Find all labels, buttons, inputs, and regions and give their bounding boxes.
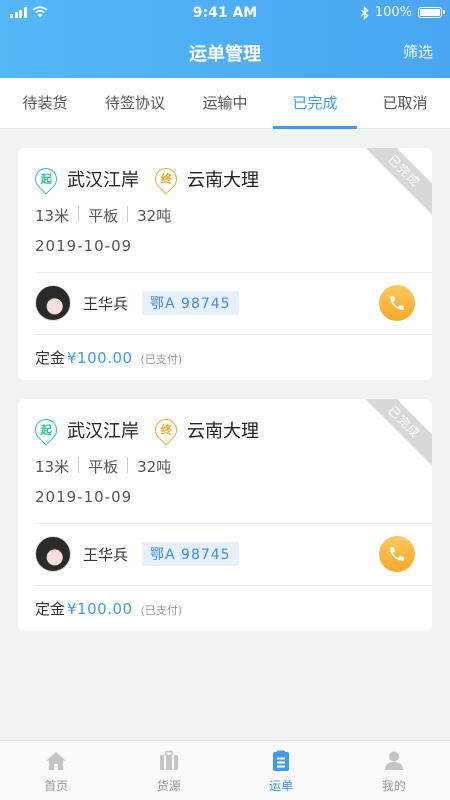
app-header: 9:41 AM 100% 运单管理 筛选: [0, 0, 450, 78]
deposit-amount: ¥100.00: [67, 349, 133, 367]
deposit-label: 定金: [35, 349, 66, 367]
tab-pending-agreement[interactable]: 待签协议: [90, 78, 180, 128]
tab-pending-load[interactable]: 待装货: [0, 78, 90, 128]
nav-label: 运单: [269, 779, 294, 793]
route: 起 武汉江岸 终 云南大理: [30, 414, 275, 446]
deposit-row: 定金 ¥100.00 (已支付): [35, 347, 182, 368]
destination-city: 云南大理: [187, 170, 259, 191]
driver-name: 王华兵: [83, 294, 129, 313]
nav-label: 货源: [156, 779, 181, 793]
status-bar: 9:41 AM 100%: [0, 0, 450, 26]
driver-name: 王华兵: [83, 545, 129, 564]
divider: [35, 334, 432, 335]
vehicle-specs: 13米 平板 32吨: [35, 205, 171, 226]
divider: [35, 272, 432, 273]
battery-icon: [418, 7, 445, 18]
divider: [35, 585, 432, 586]
nav-label: 首页: [44, 779, 69, 793]
cargo-icon: [159, 750, 178, 770]
spec-type: 平板: [88, 207, 119, 225]
deposit-row: 定金 ¥100.00 (已支付): [35, 598, 182, 619]
deposit-status: (已支付): [140, 604, 183, 617]
spec-type: 平板: [88, 458, 119, 476]
nav-profile[interactable]: 我的: [338, 741, 450, 800]
end-pin-icon: 终: [150, 414, 182, 446]
driver-row: 王华兵 鄂A 98745: [35, 536, 415, 572]
driver-avatar: [35, 285, 71, 321]
divider: [35, 523, 432, 524]
license-plate: 鄂A 98745: [142, 542, 239, 566]
start-pin-icon: 起: [30, 163, 62, 195]
start-pin-icon: 起: [30, 414, 62, 446]
filter-button[interactable]: 筛选: [403, 41, 433, 62]
deposit-amount: ¥100.00: [67, 600, 133, 618]
license-plate: 鄂A 98745: [142, 291, 239, 315]
deposit-status: (已支付): [140, 353, 183, 366]
driver-row: 王华兵 鄂A 98745: [35, 285, 415, 321]
spec-weight: 32吨: [137, 458, 172, 476]
bottom-nav: 首页 货源 运单 我的: [0, 740, 450, 800]
bluetooth-icon: [360, 5, 369, 20]
profile-icon: [384, 751, 403, 770]
spec-length: 13米: [35, 458, 70, 476]
nav-label: 我的: [381, 779, 406, 793]
waybill-icon: [273, 750, 290, 771]
call-button[interactable]: [379, 536, 415, 572]
order-date: 2019-10-09: [35, 488, 133, 506]
page-title: 运单管理: [189, 44, 261, 65]
spec-weight: 32吨: [137, 207, 172, 225]
origin-city: 武汉江岸: [67, 170, 139, 191]
tab-in-transit[interactable]: 运输中: [180, 78, 270, 128]
order-card[interactable]: 已完成 起 武汉江岸 终 云南大理 13米 平板 32吨 2019-10-09 …: [18, 399, 432, 631]
status-ribbon: 已完成: [352, 399, 432, 474]
nav-waybill[interactable]: 运单: [225, 741, 338, 800]
status-ribbon: 已完成: [352, 148, 432, 223]
origin-city: 武汉江岸: [67, 421, 139, 442]
tab-completed[interactable]: 已完成: [270, 78, 360, 129]
phone-icon: [390, 296, 404, 310]
deposit-label: 定金: [35, 600, 66, 618]
status-tabs: 待装货 待签协议 运输中 已完成 已取消: [0, 78, 450, 129]
route: 起 武汉江岸 终 云南大理: [30, 163, 275, 195]
home-icon: [46, 752, 66, 770]
order-card[interactable]: 已完成 起 武汉江岸 终 云南大理 13米 平板 32吨 2019-10-09 …: [18, 148, 432, 380]
battery-percent: 100%: [374, 5, 412, 20]
nav-cargo[interactable]: 货源: [113, 741, 226, 800]
phone-icon: [390, 547, 404, 561]
end-pin-icon: 终: [150, 163, 182, 195]
tab-cancelled[interactable]: 已取消: [360, 78, 450, 128]
vehicle-specs: 13米 平板 32吨: [35, 456, 171, 477]
call-button[interactable]: [379, 285, 415, 321]
destination-city: 云南大理: [187, 421, 259, 442]
driver-avatar: [35, 536, 71, 572]
order-date: 2019-10-09: [35, 237, 133, 255]
nav-home[interactable]: 首页: [0, 741, 113, 800]
spec-length: 13米: [35, 207, 70, 225]
